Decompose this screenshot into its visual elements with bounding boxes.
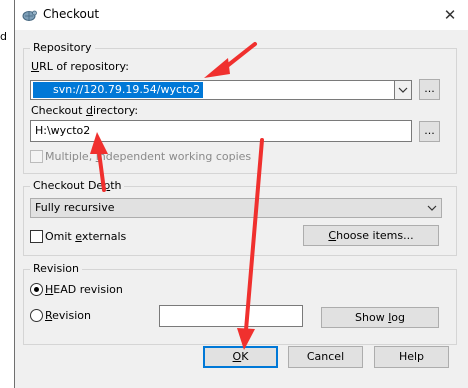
chevron-down-icon	[398, 87, 408, 93]
url-input-value[interactable]: svn://120.79.19.54/wycto2	[33, 82, 204, 98]
close-button[interactable]: ✕	[439, 4, 461, 26]
chevron-down-icon	[427, 205, 437, 211]
checkout-depth-legend: Checkout Depth	[30, 179, 125, 192]
close-icon: ✕	[443, 6, 457, 24]
omit-externals-label: Omit externals	[45, 230, 127, 243]
specific-revision-radio[interactable]	[30, 309, 43, 322]
radio-selected-dot	[34, 287, 39, 292]
specific-revision-label: Revision	[45, 309, 91, 322]
directory-label: Checkout directory:	[31, 104, 139, 117]
revision-legend: Revision	[30, 262, 82, 275]
revision-input[interactable]	[159, 305, 303, 327]
title-bar[interactable]: Checkout ✕	[15, 0, 468, 30]
url-browse-button[interactable]: ...	[419, 79, 440, 100]
omit-externals-checkbox[interactable]	[30, 230, 43, 243]
screen: d Checkout ✕ Repository URL of repositor…	[0, 0, 468, 388]
background-fragment-text: d	[0, 30, 7, 43]
show-log-button[interactable]: Show log	[321, 307, 439, 328]
ok-button[interactable]: OK	[203, 346, 278, 368]
multiple-wc-checkbox[interactable]	[30, 150, 43, 163]
directory-input-value: H:\wycto2	[35, 124, 91, 137]
url-label: URL of repository:	[31, 60, 129, 73]
repository-legend: Repository	[30, 41, 95, 54]
url-dropdown-button[interactable]	[394, 81, 411, 99]
tortoise-app-icon	[22, 10, 37, 21]
multiple-wc-label: Multiple, independent working copies	[45, 150, 252, 163]
head-revision-radio[interactable]	[30, 283, 43, 296]
depth-select-value: Fully recursive	[35, 201, 115, 214]
directory-browse-button[interactable]: ...	[419, 121, 440, 142]
cancel-button[interactable]: Cancel	[288, 346, 363, 368]
head-revision-label: HEAD revision	[45, 283, 123, 296]
url-combobox[interactable]: svn://120.79.19.54/wycto2	[30, 80, 412, 100]
background-window-fragment: d	[0, 30, 14, 50]
choose-items-button[interactable]: Choose items...	[303, 225, 439, 246]
depth-select[interactable]: Fully recursive	[30, 198, 442, 218]
help-button[interactable]: Help	[374, 346, 449, 368]
window-title: Checkout	[43, 7, 100, 21]
directory-input[interactable]: H:\wycto2	[30, 120, 412, 142]
checkout-dialog: Checkout ✕ Repository URL of repository:…	[14, 0, 468, 388]
